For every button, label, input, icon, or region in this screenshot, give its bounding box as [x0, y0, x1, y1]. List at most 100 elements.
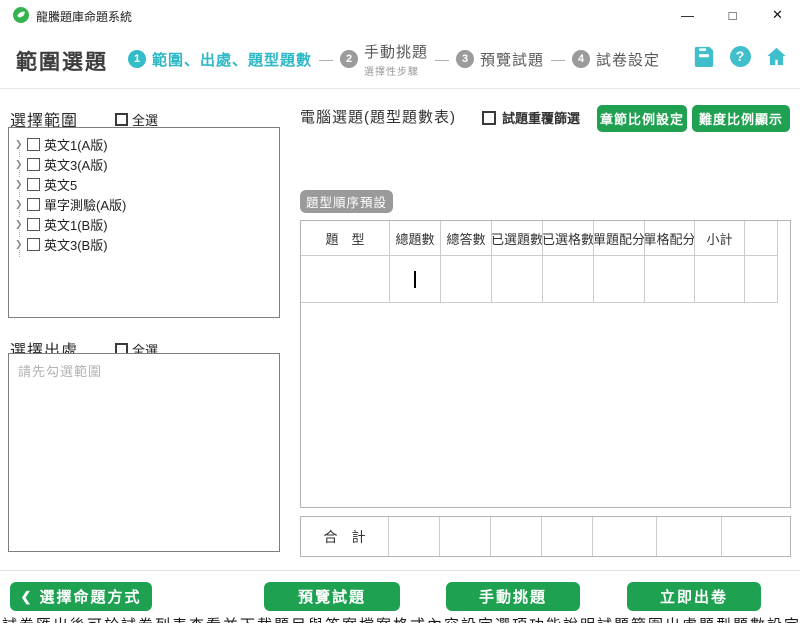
- app-window: 龍騰題庫命題系統 — □ ✕ 範圍選題 1 範圍、出處、題型題數 — 2 手動挑…: [0, 0, 800, 623]
- window-title: 龍騰題庫命題系統: [36, 8, 132, 25]
- cell-total-questions-input[interactable]: [390, 256, 441, 303]
- step-separator: —: [435, 51, 449, 67]
- close-button[interactable]: ✕: [755, 0, 800, 30]
- range-select-all-checkbox[interactable]: [115, 113, 128, 126]
- step-indicator: 1 範圍、出處、題型題數 — 2 手動挑題 選擇性步驟 — 3 預覽試題 — 4…: [128, 30, 660, 88]
- cell-extra[interactable]: [745, 256, 778, 303]
- cell-total-answers[interactable]: [441, 256, 492, 303]
- duplicate-filter-checkbox[interactable]: [482, 111, 496, 125]
- step-separator: —: [551, 51, 565, 67]
- maximize-button[interactable]: □: [710, 0, 755, 30]
- minimize-button[interactable]: —: [665, 0, 710, 30]
- cell-selected-questions[interactable]: [492, 256, 543, 303]
- cell-points-per-question[interactable]: [594, 256, 645, 303]
- preview-questions-button[interactable]: 預覽試題: [264, 582, 400, 611]
- col-header-subtotal: 小計: [695, 221, 745, 256]
- totals-points-per-question: [593, 517, 657, 556]
- cell-selected-blanks[interactable]: [543, 256, 594, 303]
- titlebar: 龍騰題庫命題系統 — □ ✕: [0, 0, 800, 30]
- col-header-points-per-question: 單題配分: [594, 221, 645, 256]
- tree-item[interactable]: ❯ 單字測驗(A版): [15, 194, 275, 214]
- tree-item[interactable]: ❯ 英文1(A版): [15, 134, 275, 154]
- item-checkbox[interactable]: [27, 158, 40, 171]
- background-window-text: 試卷匯出後可於試卷列表查看並下載題目與答案檔案格式內容設定選項功能說明試題範圍出…: [0, 612, 800, 623]
- step-4-label: 試卷設定: [596, 49, 660, 70]
- col-header-total-questions: 總題數: [390, 221, 441, 256]
- step-2: 手動挑題 選擇性步驟: [364, 41, 428, 78]
- tree-item[interactable]: ❯ 英文3(B版): [15, 234, 275, 254]
- step-3-badge: 3: [456, 50, 474, 68]
- window-controls: — □ ✕: [665, 0, 800, 30]
- col-header-type: 題 型: [301, 221, 390, 256]
- type-order-preset-button[interactable]: 題型順序預設: [300, 190, 393, 213]
- table-data-row: [301, 256, 790, 303]
- chapter-ratio-button[interactable]: 章節比例設定: [597, 105, 687, 132]
- save-icon[interactable]: [692, 44, 716, 68]
- cell-points-per-blank[interactable]: [645, 256, 695, 303]
- item-label: 單字測驗(A版): [44, 195, 126, 214]
- text-caret: [414, 271, 416, 288]
- expand-chevron-icon[interactable]: ❯: [15, 179, 27, 190]
- item-label: 英文5: [44, 175, 77, 194]
- step-1-label: 範圍、出處、題型題數: [152, 49, 312, 70]
- col-header-selected-blanks: 已選格數: [543, 221, 594, 256]
- cell-subtotal[interactable]: [695, 256, 745, 303]
- page-title: 範圍選題: [16, 46, 108, 76]
- expand-chevron-icon[interactable]: ❯: [15, 239, 27, 250]
- totals-selected-questions: [491, 517, 542, 556]
- item-checkbox[interactable]: [27, 178, 40, 191]
- app-logo-icon: [13, 7, 29, 23]
- item-checkbox[interactable]: [27, 138, 40, 151]
- step-separator: —: [319, 51, 333, 67]
- col-header-selected-questions: 已選題數: [492, 221, 543, 256]
- totals-label: 合 計: [301, 517, 389, 556]
- back-button-label: 選擇命題方式: [39, 586, 141, 607]
- source-listbox[interactable]: 請先勾選範圍: [8, 353, 280, 552]
- step-1-badge: 1: [128, 50, 146, 68]
- cell-type[interactable]: [301, 256, 390, 303]
- step-2-sublabel: 選擇性步驟: [364, 63, 428, 78]
- totals-total-questions: [389, 517, 440, 556]
- item-checkbox[interactable]: [27, 198, 40, 211]
- step-2-label: 手動挑題: [364, 41, 428, 62]
- step-4-badge: 4: [572, 50, 590, 68]
- col-header-total-answers: 總答數: [441, 221, 492, 256]
- expand-chevron-icon[interactable]: ❯: [15, 199, 27, 210]
- expand-chevron-icon[interactable]: ❯: [15, 159, 27, 170]
- range-tree: ❯ 英文1(A版) ❯ 英文3(A版) ❯ 英文5 ❯ 單字測驗(A版) ❯: [9, 128, 279, 254]
- difficulty-ratio-button[interactable]: 難度比例顯示: [692, 105, 790, 132]
- totals-subtotal: [722, 517, 790, 556]
- question-type-table: 題 型 總題數 總答數 已選題數 已選格數 單題配分 單格配分 小計: [300, 220, 791, 508]
- computer-pick-title: 電腦選題(題型題數表): [300, 106, 456, 127]
- home-icon[interactable]: [764, 44, 788, 68]
- source-placeholder: 請先勾選範圍: [18, 361, 102, 380]
- footer-divider: [0, 570, 800, 571]
- choose-mode-back-button[interactable]: ❮ 選擇命題方式: [10, 582, 152, 611]
- item-checkbox[interactable]: [27, 238, 40, 251]
- duplicate-filter[interactable]: 試題重覆篩選: [482, 108, 580, 127]
- tree-item[interactable]: ❯ 英文3(A版): [15, 154, 275, 174]
- item-label: 英文1(B版): [44, 215, 108, 234]
- item-label: 英文3(A版): [44, 155, 108, 174]
- help-icon[interactable]: ?: [728, 44, 752, 68]
- duplicate-filter-label: 試題重覆篩選: [502, 108, 580, 127]
- generate-paper-button[interactable]: 立即出卷: [627, 582, 761, 611]
- totals-table: 合 計: [300, 516, 791, 557]
- expand-chevron-icon[interactable]: ❯: [15, 219, 27, 230]
- manual-pick-button[interactable]: 手動挑題: [446, 582, 580, 611]
- expand-chevron-icon[interactable]: ❯: [15, 139, 27, 150]
- table-header-row: 題 型 總題數 總答數 已選題數 已選格數 單題配分 單格配分 小計: [301, 221, 790, 256]
- back-chevron-icon: ❮: [21, 589, 34, 605]
- tree-item[interactable]: ❯ 英文5: [15, 174, 275, 194]
- tree-item[interactable]: ❯ 英文1(B版): [15, 214, 275, 234]
- step-3-label: 預覽試題: [480, 49, 544, 70]
- totals-selected-blanks: [542, 517, 593, 556]
- col-header-extra: [745, 221, 778, 256]
- col-header-points-per-blank: 單格配分: [645, 221, 695, 256]
- totals-points-per-blank: [657, 517, 722, 556]
- item-label: 英文1(A版): [44, 135, 108, 154]
- range-listbox: ❯ 英文1(A版) ❯ 英文3(A版) ❯ 英文5 ❯ 單字測驗(A版) ❯: [8, 127, 280, 318]
- item-checkbox[interactable]: [27, 218, 40, 231]
- step-2-badge: 2: [340, 50, 358, 68]
- item-label: 英文3(B版): [44, 235, 108, 254]
